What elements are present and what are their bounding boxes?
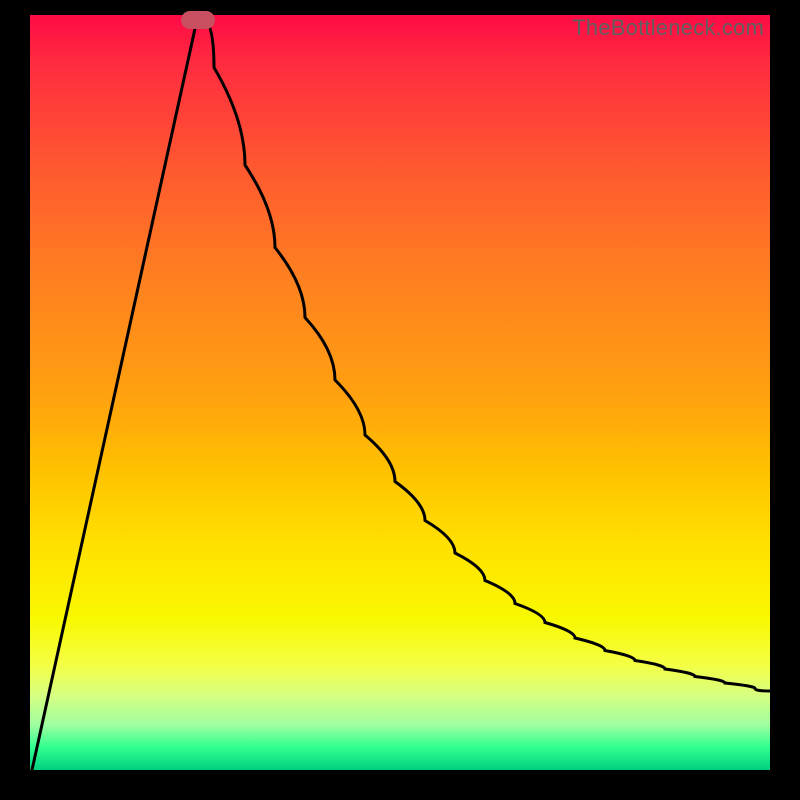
curve-svg	[30, 15, 770, 770]
minimum-marker	[181, 11, 215, 29]
curve-right-branch	[198, 15, 770, 691]
chart-frame: TheBottleneck.com	[0, 0, 800, 800]
plot-area: TheBottleneck.com	[30, 15, 770, 770]
curve-left-branch	[32, 15, 198, 770]
